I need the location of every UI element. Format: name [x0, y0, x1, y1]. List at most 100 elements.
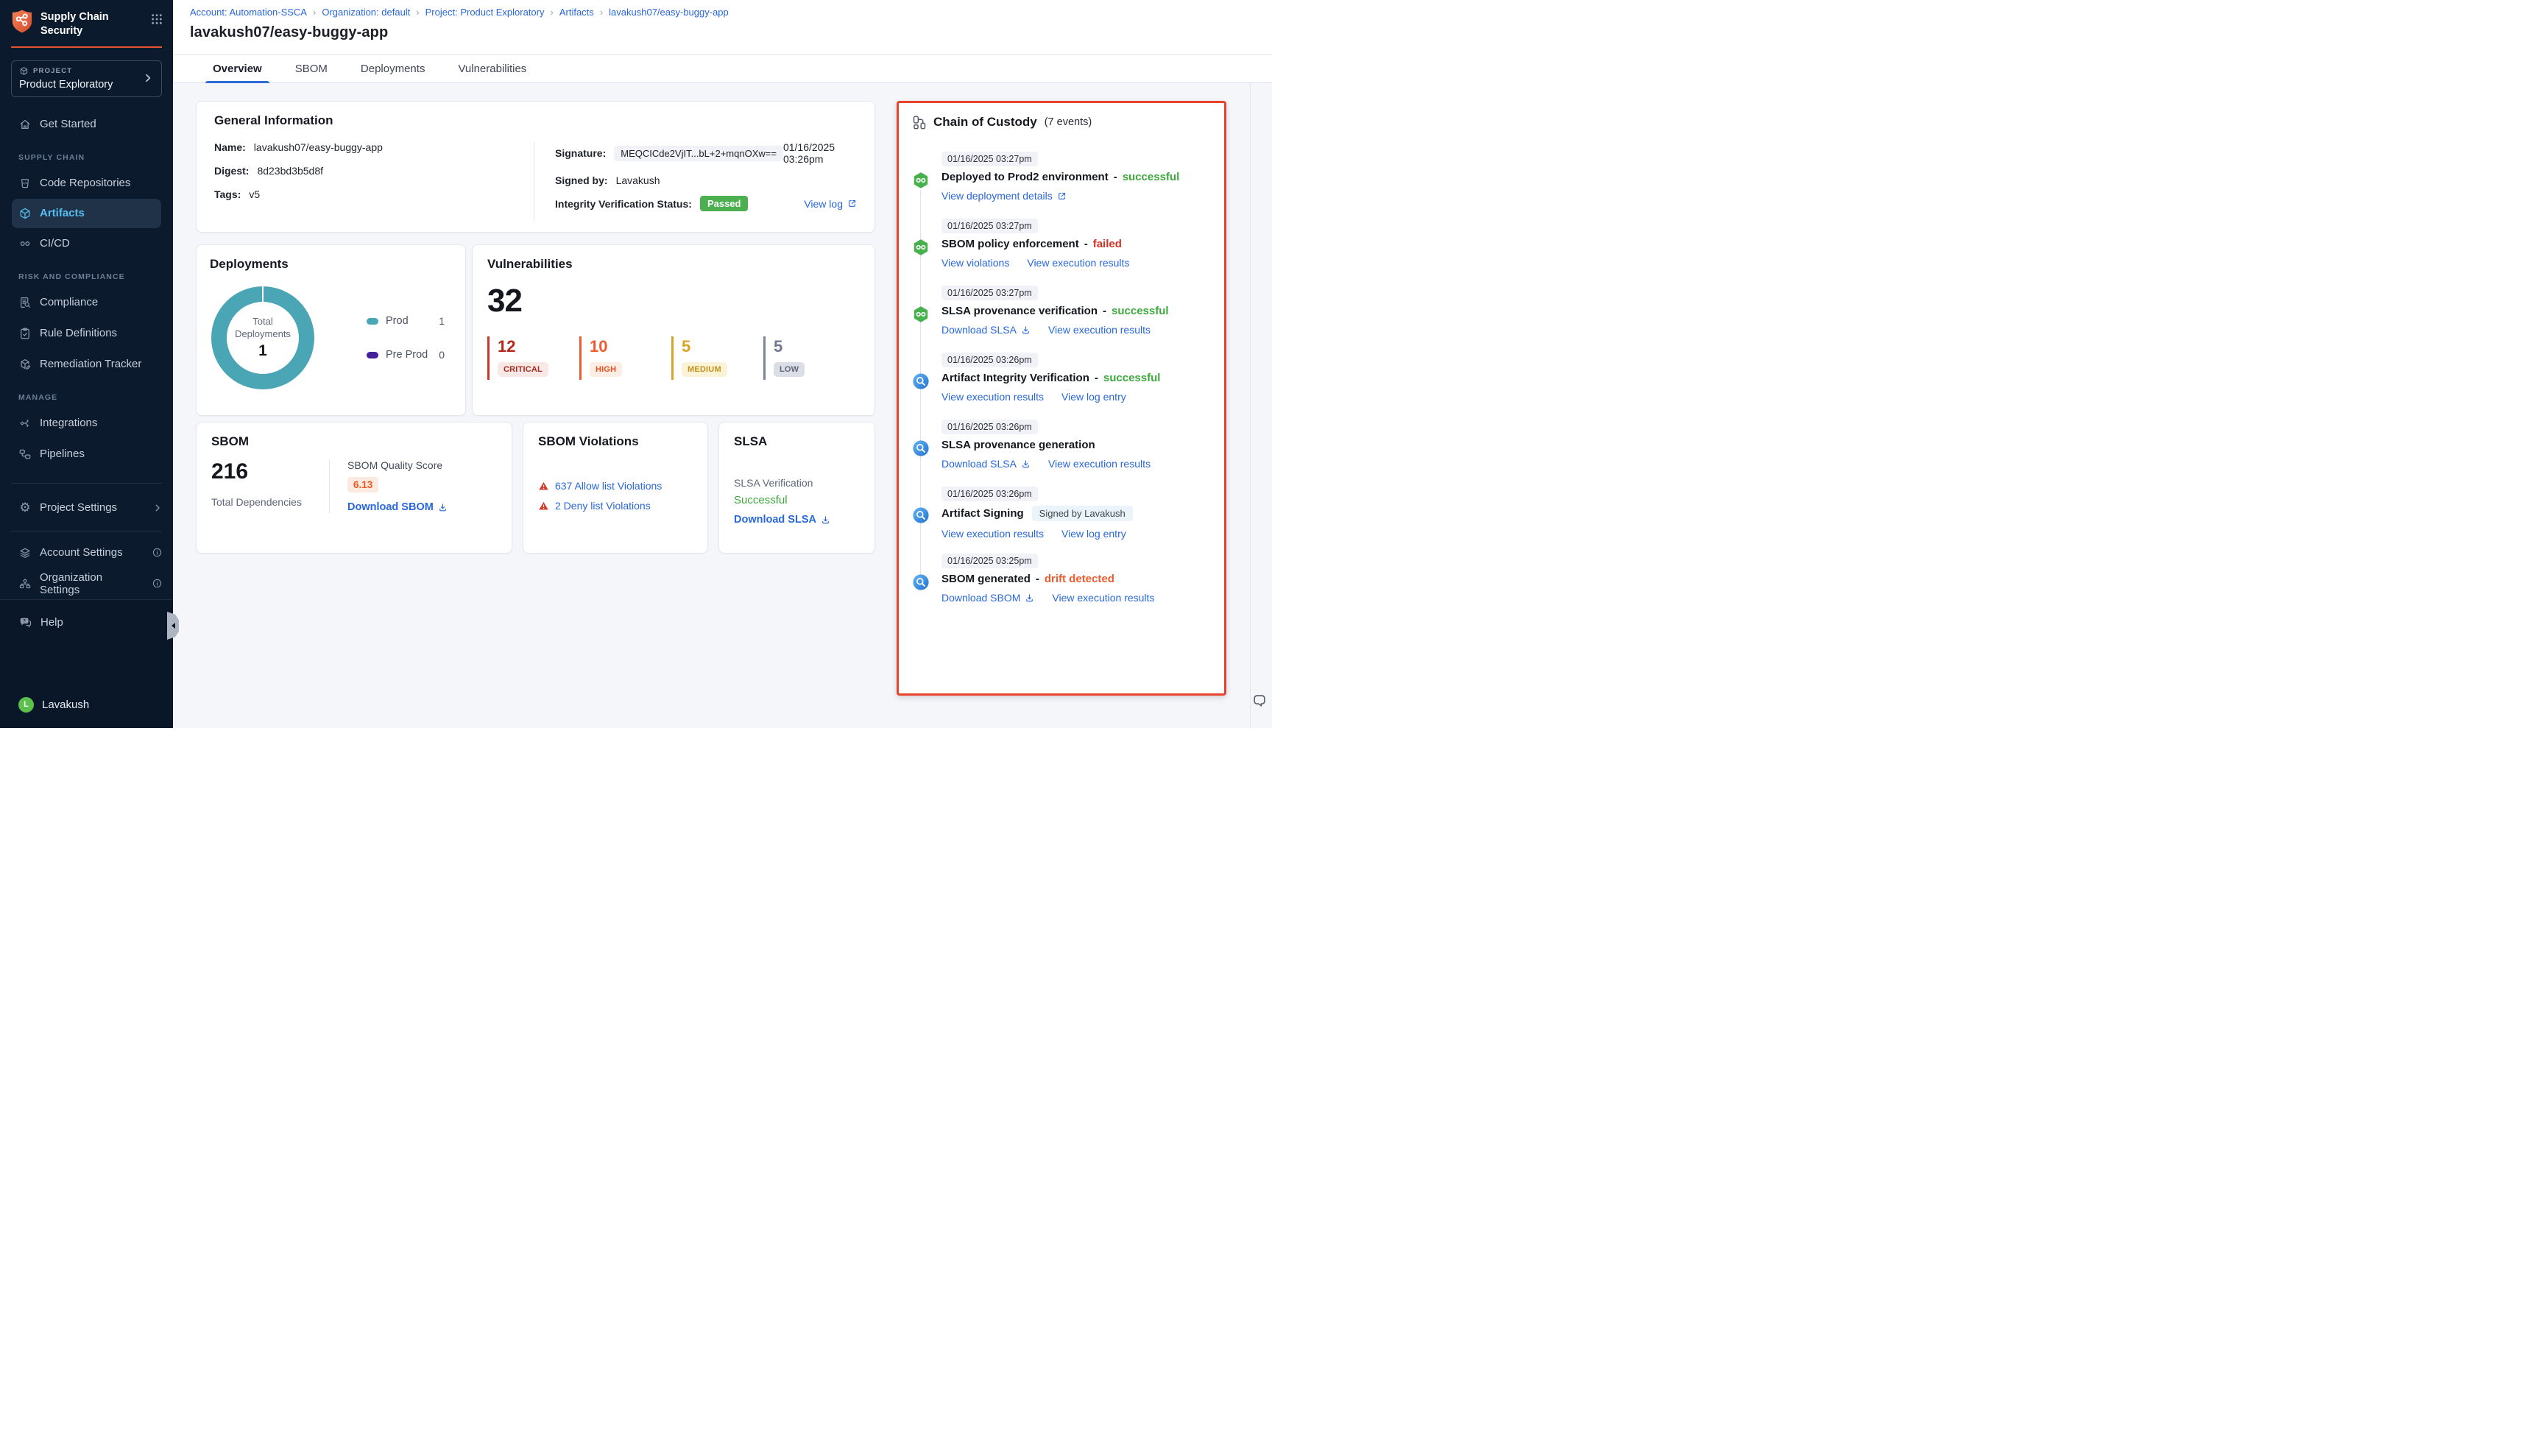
app-grid-icon[interactable] [151, 13, 163, 25]
tab-vulnerabilities[interactable]: Vulnerabilities [451, 55, 534, 82]
event-timestamp: 01/16/2025 03:27pm [941, 152, 1038, 166]
status-badge: Passed [700, 196, 749, 211]
download-sbom-link[interactable]: Download SBOM [347, 501, 448, 513]
chain-event: 01/16/2025 03:25pmSBOM generated-drift d… [911, 554, 1212, 607]
sidebar-item-compliance[interactable]: Compliance [0, 287, 173, 318]
slsa-card: SLSA SLSA Verification Successful Downlo… [718, 422, 875, 554]
tab-sbom[interactable]: SBOM [288, 55, 335, 82]
sidebar-item-rule-definitions[interactable]: Rule Definitions [0, 318, 173, 349]
sidebar-item-get-started[interactable]: Get Started [0, 109, 173, 140]
sidebar-item-cicd[interactable]: CI/CD [0, 228, 173, 259]
signature-value-chip[interactable]: MEQCICde2VjIT...bL+2+mqnOXw== [614, 146, 783, 161]
sidebar-item-pipelines[interactable]: Pipelines [0, 439, 173, 470]
nav-section-risk-compliance: RISK AND COMPLIANCE [18, 272, 163, 281]
page-header: Account: Automation-SSCA›Organization: d… [173, 0, 1272, 55]
breadcrumb-link[interactable]: Account: Automation-SSCA [190, 7, 307, 18]
divider [329, 459, 330, 513]
hierarchy-icon [912, 115, 927, 130]
event-status: successful [1103, 372, 1161, 384]
sidebar-item-account-settings[interactable]: Account Settings [0, 537, 173, 568]
shield-logo-icon [11, 9, 33, 34]
app-logo-row: Supply ChainSecurity [0, 0, 173, 43]
signed-by-row: Signed by: Lavakush [555, 174, 857, 186]
breadcrumb-link[interactable]: Organization: default [322, 7, 410, 18]
deployments-card: Deployments TotalDeployments 1 [196, 244, 466, 416]
event-link[interactable]: View execution results [941, 528, 1044, 540]
severity-count: 5 [774, 338, 855, 356]
breadcrumb-link[interactable]: lavakush07/easy-buggy-app [609, 7, 729, 18]
tab-bar: Overview SBOM Deployments Vulnerabilities [173, 55, 1272, 83]
sidebar-item-code-repositories[interactable]: </> Code Repositories [0, 168, 173, 199]
event-status: successful [1112, 305, 1169, 317]
allow-list-violations-link[interactable]: 637 Allow list Violations [555, 480, 662, 492]
tab-overview[interactable]: Overview [205, 55, 269, 82]
event-signed-by-badge: Signed by Lavakush [1032, 506, 1133, 521]
clipboard-check-icon [18, 327, 32, 340]
cube-icon [18, 207, 32, 220]
event-dash: - [1095, 372, 1098, 384]
sidebar-item-remediation-tracker[interactable]: Remediation Tracker [0, 349, 173, 380]
event-dash: - [1084, 238, 1088, 250]
signature-row: Signature: MEQCICde2VjIT...bL+2+mqnOXw==… [555, 141, 857, 165]
event-link[interactable]: View deployment details [941, 190, 1067, 202]
chain-events-count: (7 events) [1045, 116, 1092, 128]
allow-list-violations-row: 637 Allow list Violations [538, 480, 693, 492]
card-title: Deployments [210, 257, 451, 272]
event-link[interactable]: View execution results [1048, 324, 1151, 336]
field-value: lavakush07/easy-buggy-app [254, 141, 383, 153]
field-label: Tags: [214, 188, 241, 200]
sidebar-item-integrations[interactable]: Integrations [0, 408, 173, 439]
sidebar-item-project-settings[interactable]: ⚙ Project Settings [0, 492, 173, 523]
chain-event: 01/16/2025 03:27pmSLSA provenance verifi… [911, 286, 1212, 339]
view-log-link[interactable]: View log [804, 198, 857, 210]
external-link-icon [847, 199, 857, 208]
download-slsa-link[interactable]: Download SLSA [734, 514, 860, 526]
tags-row: Tags: v5 [214, 188, 534, 200]
event-link[interactable]: Download SLSA [941, 458, 1031, 470]
document-search-icon [18, 296, 32, 309]
event-link[interactable]: View execution results [1048, 458, 1151, 470]
sidebar-item-artifacts[interactable]: Artifacts [12, 199, 161, 228]
severity-low: 5 LOW [763, 336, 855, 380]
event-link[interactable]: View log entry [1061, 391, 1126, 403]
breadcrumb-link[interactable]: Project: Product Exploratory [425, 7, 545, 18]
chain-event: 01/16/2025 03:27pmDeployed to Prod2 envi… [911, 152, 1212, 205]
field-label: Signature: [555, 147, 606, 159]
pipeline-run-icon [912, 238, 930, 256]
event-timestamp: 01/16/2025 03:25pm [941, 554, 1038, 568]
vulnerabilities-card: Vulnerabilities 32 12 CRITICAL 10 HIGH 5 [472, 244, 875, 416]
help-button[interactable]: ? Help [18, 607, 163, 637]
severity-count: 10 [590, 338, 671, 356]
legend-label: Prod [386, 315, 409, 327]
event-link[interactable]: Download SBOM [941, 592, 1034, 604]
sbom-quality-score-label: SBOM Quality Score [347, 459, 448, 471]
sidebar-item-label: Account Settings [40, 546, 123, 559]
event-link[interactable]: View execution results [1052, 592, 1154, 604]
avatar: L [18, 697, 34, 713]
project-eyebrow-label: PROJECT [33, 67, 72, 75]
event-link[interactable]: View violations [941, 257, 1009, 269]
event-title: SLSA provenance verification [941, 305, 1098, 317]
general-information-card: General Information Name: lavakush07/eas… [196, 101, 875, 233]
sidebar-item-label: Organization Settings [40, 571, 144, 596]
sidebar-item-organization-settings[interactable]: Organization Settings [0, 568, 173, 599]
field-value: Lavakush [616, 174, 660, 186]
event-timestamp: 01/16/2025 03:26pm [941, 487, 1038, 501]
event-link[interactable]: View execution results [1027, 257, 1129, 269]
sidebar-item-label: Remediation Tracker [40, 358, 141, 370]
event-link[interactable]: Download SLSA [941, 324, 1031, 336]
event-title: SBOM generated [941, 573, 1031, 585]
event-link[interactable]: View execution results [941, 391, 1044, 403]
integrity-status-row: Integrity Verification Status: Passed Vi… [555, 196, 857, 211]
content: General Information Name: lavakush07/eas… [173, 83, 1272, 728]
user-menu[interactable]: L Lavakush [18, 690, 163, 719]
app-title: Supply ChainSecurity [40, 9, 109, 38]
chat-support-icon[interactable] [1251, 693, 1268, 709]
field-label: Name: [214, 141, 246, 153]
project-selector[interactable]: PROJECT Product Exploratory [11, 60, 162, 97]
tab-deployments[interactable]: Deployments [353, 55, 433, 82]
deny-list-violations-link[interactable]: 2 Deny list Violations [555, 500, 651, 512]
breadcrumb-link[interactable]: Artifacts [559, 7, 594, 18]
event-link[interactable]: View log entry [1061, 528, 1126, 540]
severity-badge: LOW [774, 362, 805, 377]
